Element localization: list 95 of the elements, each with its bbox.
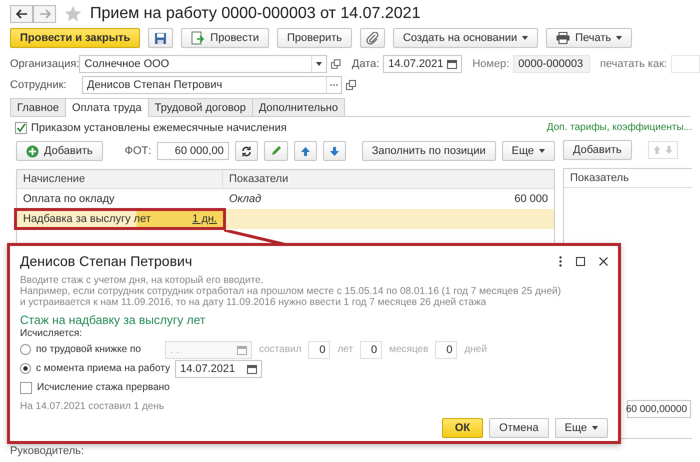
hint-text: и устраивается к нам 11.09.2016, то на дату 11.09.2016 нужно ввести 1 год 7 месяцев 26 дней стажа <box>20 297 488 308</box>
table-cell: Оклад <box>229 193 262 205</box>
post-and-close-button[interactable]: Провести и закрыть <box>10 28 140 48</box>
star-icon[interactable] <box>64 5 82 23</box>
caret-icon <box>522 36 528 40</box>
more-dropdown[interactable]: Еще <box>554 418 608 438</box>
seniority-link[interactable]: 1 дн. <box>192 213 217 225</box>
field-label: составил <box>259 344 302 355</box>
checkbox-label: Исчисление стажа прервано <box>37 382 170 393</box>
checkbox[interactable] <box>20 382 32 394</box>
extra-tariffs-link[interactable]: Доп. тарифы, коэффициенты... <box>533 120 692 136</box>
field-label: Организация: <box>10 58 80 70</box>
refresh-button[interactable] <box>234 141 258 161</box>
table-row[interactable]: Оплата по окладу Оклад 60 000 <box>17 189 554 209</box>
arrow-right-icon <box>38 9 50 19</box>
tab[interactable]: Оплата труда <box>65 98 149 117</box>
payroll-fund-field[interactable]: 60 000,00 <box>157 142 229 160</box>
open-icon[interactable] <box>331 58 342 70</box>
edit-button[interactable] <box>264 141 288 161</box>
save-button[interactable] <box>148 28 174 48</box>
field-label: печатать как: <box>600 58 667 70</box>
check-button[interactable]: Проверить <box>276 28 352 48</box>
date-field[interactable]: 14.07.2021 <box>383 55 462 73</box>
table-cell: Оплата по окладу <box>23 193 115 205</box>
organization-field[interactable]: Солнечное ООО <box>79 55 328 73</box>
field-label: Сотрудник: <box>10 79 68 91</box>
create-based-on-dropdown[interactable]: Создать на основании <box>392 28 538 48</box>
date-field[interactable]: 14.07.2021 <box>175 360 262 378</box>
pencil-icon <box>270 145 282 157</box>
more-dropdown[interactable]: Еще <box>502 141 555 161</box>
calc-label: Исчисляется: <box>20 327 84 340</box>
summary-text: На 14.07.2021 составил 1 день <box>20 400 166 413</box>
calendar-icon <box>447 59 458 69</box>
back-button[interactable] <box>10 5 33 23</box>
move-down-button[interactable] <box>322 141 346 161</box>
caret-icon <box>592 426 598 430</box>
days-field[interactable]: 0 <box>435 340 458 358</box>
open-icon[interactable] <box>346 80 357 90</box>
field-label: Дата: <box>352 58 380 70</box>
hint-text: Вводите стаж с учетом дня, на который его вводите. <box>20 275 264 286</box>
field-label: дней <box>464 344 487 355</box>
section-title: Стаж на надбавку за выслугу лет <box>20 313 206 327</box>
dialog-title: Денисов Степан Петрович <box>20 253 192 269</box>
number-field[interactable]: 0000-000003 <box>513 55 590 73</box>
ok-button[interactable]: ОК <box>442 418 484 438</box>
field-label: Номер: <box>472 58 510 70</box>
field-label: месяцев <box>389 344 428 355</box>
tab[interactable]: Дополнительно <box>252 98 345 116</box>
post-button[interactable]: Провести <box>181 28 269 48</box>
add-button[interactable]: Добавить <box>16 141 103 161</box>
window-title: Прием на работу 0000-000003 от 14.07.2021 <box>90 5 420 23</box>
caret-icon <box>539 149 545 153</box>
arrow-left-icon <box>16 9 28 19</box>
employee-field[interactable]: Денисов Степан Петрович <box>82 76 342 94</box>
printer-icon <box>556 32 570 44</box>
field-label: Руководитель: <box>10 445 82 457</box>
print-dropdown[interactable]: Печать <box>546 28 632 48</box>
radio-label: по трудовой книжке по <box>36 344 142 355</box>
years-field[interactable]: 0 <box>308 340 330 358</box>
move-up-button[interactable] <box>294 141 317 161</box>
plus-circle-icon <box>26 144 39 158</box>
column-header: Показатели <box>228 173 290 185</box>
radio-button[interactable] <box>20 344 31 355</box>
calendar-icon <box>237 344 247 354</box>
cancel-button[interactable]: Отмена <box>489 418 549 438</box>
attach-button[interactable] <box>360 28 385 48</box>
calendar-icon <box>247 364 258 374</box>
radio-button[interactable] <box>20 363 31 374</box>
caret-icon <box>616 36 622 40</box>
tab[interactable]: Трудовой договор <box>148 98 253 116</box>
field-label: лет <box>337 344 354 355</box>
close-icon[interactable] <box>599 256 608 266</box>
add-button[interactable]: Добавить <box>563 140 632 160</box>
column-header: Начисление <box>17 170 223 188</box>
refresh-icon <box>240 146 252 156</box>
hint-text: Например, если сотрудник сотрудник отработал на прошлом месте с 15.05.14 по 08.01.16 (1 год 7 месяцев 25 дней) <box>20 286 562 297</box>
field-label: ФОТ: <box>124 145 152 157</box>
arrow-down-icon <box>328 146 340 156</box>
amount-field[interactable]: 60 000,00000 <box>627 400 691 418</box>
print-as-field[interactable] <box>670 55 700 73</box>
fill-by-position-button[interactable]: Заполнить по позиции <box>362 141 496 161</box>
menu-icon[interactable] <box>559 256 562 266</box>
tab[interactable]: Главное <box>10 98 66 116</box>
months-field[interactable]: 0 <box>360 340 382 358</box>
checkbox-label: Приказом установлены ежемесячные начисления <box>31 122 287 134</box>
document-arrow-icon <box>191 31 206 45</box>
maximize-icon[interactable] <box>576 256 585 266</box>
table-cell: 60 000 <box>514 193 548 205</box>
column-header: Показатель <box>569 172 629 184</box>
arrow-up-icon <box>300 146 311 156</box>
paperclip-icon <box>366 32 379 44</box>
table-cell: Надбавка за выслугу лет <box>23 213 151 225</box>
caret-icon <box>316 62 322 66</box>
checkbox[interactable] <box>15 122 27 134</box>
radio-label: с момента приема на работу <box>36 363 170 374</box>
